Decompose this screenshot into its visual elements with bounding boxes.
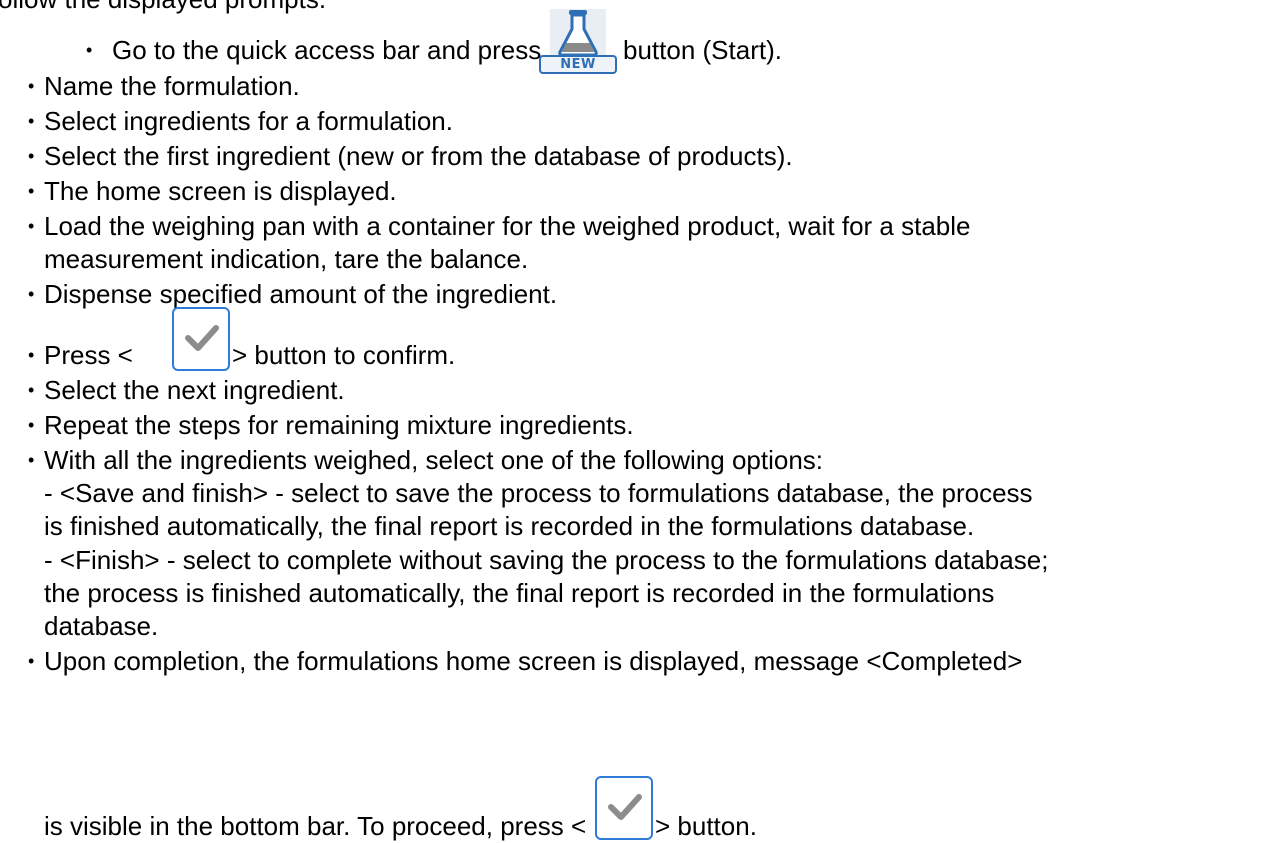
- step-name-formulation: Name the formulation.: [44, 71, 300, 101]
- bullet: •: [28, 146, 35, 166]
- step-options-line5: the process is finished automatically, t…: [44, 578, 995, 608]
- step-options-line6: database.: [44, 611, 159, 641]
- step-press-text: Press <: [44, 340, 133, 370]
- checkmark-icon: [185, 325, 219, 351]
- step-completion-line2: is visible in the bottom bar. To proceed…: [44, 811, 587, 841]
- bullet: •: [28, 284, 35, 304]
- bullet: •: [28, 181, 35, 201]
- step-next-ingredient: Select the next ingredient.: [44, 375, 345, 405]
- bullet: •: [86, 40, 93, 60]
- step-completion-line2-end: > button.: [655, 811, 757, 841]
- step-load-pan-line2: measurement indication, tare the balance…: [44, 244, 529, 274]
- step-repeat: Repeat the steps for remaining mixture i…: [44, 410, 634, 440]
- bullet: •: [28, 651, 35, 671]
- intro-text: ollow the displayed prompts.: [0, 0, 326, 15]
- new-formulation-button[interactable]: NEW: [539, 9, 617, 74]
- step-home-screen: The home screen is displayed.: [44, 176, 397, 206]
- step-press-text-end: > button to confirm.: [232, 340, 456, 370]
- step-completion-line1: Upon completion, the formulations home s…: [44, 646, 1023, 676]
- bullet: •: [28, 76, 35, 96]
- bullet: •: [28, 380, 35, 400]
- proceed-button[interactable]: [595, 776, 653, 840]
- step-dispense: Dispense specified amount of the ingredi…: [44, 279, 558, 309]
- bullet: •: [28, 450, 35, 470]
- step-options-line3: is finished automatically, the final rep…: [44, 511, 975, 541]
- step-options-line2: - <Save and finish> - select to save the…: [44, 478, 1033, 508]
- bullet: •: [28, 345, 35, 365]
- bullet: •: [28, 415, 35, 435]
- bullet: •: [28, 216, 35, 236]
- confirm-button[interactable]: [172, 307, 230, 371]
- new-label: NEW: [539, 55, 617, 74]
- step-select-ingredients: Select ingredients for a formulation.: [44, 106, 453, 136]
- step-options-line4: - <Finish> - select to complete without …: [44, 545, 1049, 575]
- step-load-pan-line1: Load the weighing pan with a container f…: [44, 211, 971, 241]
- bullet: •: [28, 111, 35, 131]
- checkmark-icon: [608, 794, 642, 820]
- step-start-text-end: button (Start).: [623, 35, 782, 65]
- flask-icon: [550, 9, 606, 57]
- step-start-text: Go to the quick access bar and press: [112, 35, 542, 65]
- step-options-line1: With all the ingredients weighed, select…: [44, 445, 824, 475]
- step-select-first-ingredient: Select the first ingredient (new or from…: [44, 141, 793, 171]
